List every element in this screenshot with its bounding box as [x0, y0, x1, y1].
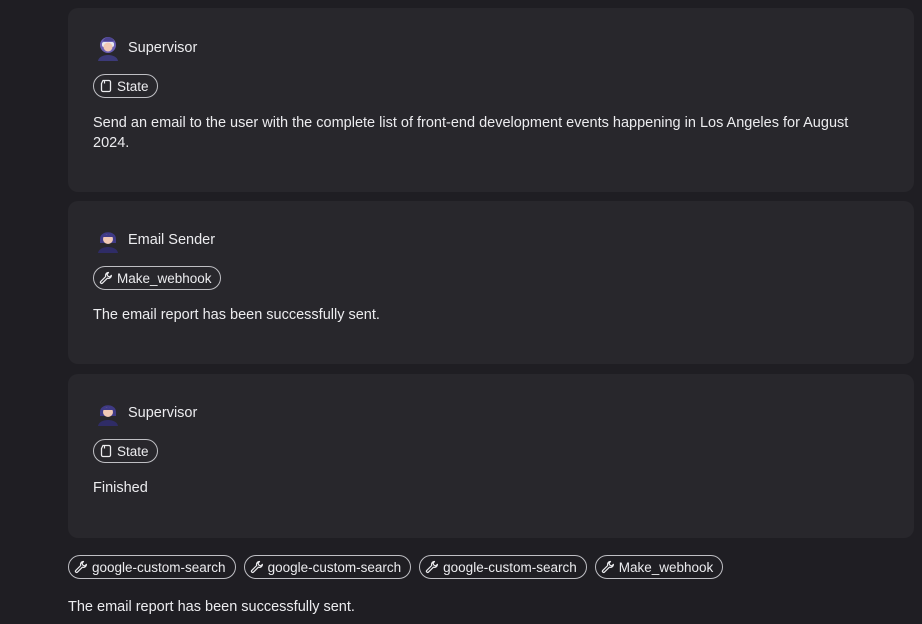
document-icon — [100, 79, 112, 93]
tool-pill-google-custom-search[interactable]: google-custom-search — [419, 555, 587, 579]
supervisor-avatar-icon — [98, 37, 118, 61]
tool-pill-label: google-custom-search — [92, 559, 226, 575]
tool-pill-google-custom-search[interactable]: google-custom-search — [243, 555, 412, 579]
tool-pill-google-custom-search[interactable]: google-custom-search — [68, 555, 236, 579]
tool-pill-label: State — [117, 78, 149, 94]
tool-pill-state[interactable]: State — [93, 439, 158, 463]
document-icon — [100, 444, 112, 458]
wrench-icon — [74, 560, 87, 574]
left-gutter — [0, 0, 60, 624]
email-sender-avatar-icon — [98, 232, 118, 253]
agent-header: Email Sender — [95, 227, 215, 253]
message-text: The email report has been successfully s… — [93, 307, 380, 323]
final-response-text: The email report has been successfully s… — [68, 599, 355, 615]
message-card-supervisor: Supervisor State Send an email to the us… — [68, 8, 914, 192]
message-card-supervisor-finished: Supervisor State Finished — [68, 374, 914, 538]
tool-pill-label: Make_webhook — [618, 559, 714, 575]
wrench-icon — [426, 560, 439, 574]
wrench-icon — [99, 271, 112, 285]
wrench-icon — [601, 560, 614, 574]
tool-pill-state[interactable]: State — [93, 74, 158, 98]
wrench-icon — [250, 560, 263, 574]
message-text: Send an email to the user with the compl… — [93, 115, 849, 151]
agent-header: Supervisor — [95, 35, 197, 61]
message-card-email-sender: Email Sender Make_webhook The email repo… — [68, 201, 914, 364]
agent-name: Supervisor — [128, 405, 198, 421]
message-text: Finished — [93, 480, 148, 496]
supervisor-avatar-icon — [98, 405, 118, 426]
tool-pill-label: Make_webhook — [117, 270, 212, 286]
agent-name: Supervisor — [128, 40, 198, 56]
agent-name: Email Sender — [128, 232, 216, 248]
agent-header: Supervisor — [95, 400, 197, 426]
tool-pill-label: google-custom-search — [443, 559, 577, 575]
tool-pill-make-webhook[interactable]: Make_webhook — [594, 555, 724, 579]
tool-pill-make-webhook[interactable]: Make_webhook — [93, 266, 221, 290]
tool-pill-label: google-custom-search — [267, 559, 402, 575]
tool-pill-label: State — [117, 443, 149, 459]
tools-used-row: google-custom-search google-custom-searc… — [68, 555, 724, 579]
